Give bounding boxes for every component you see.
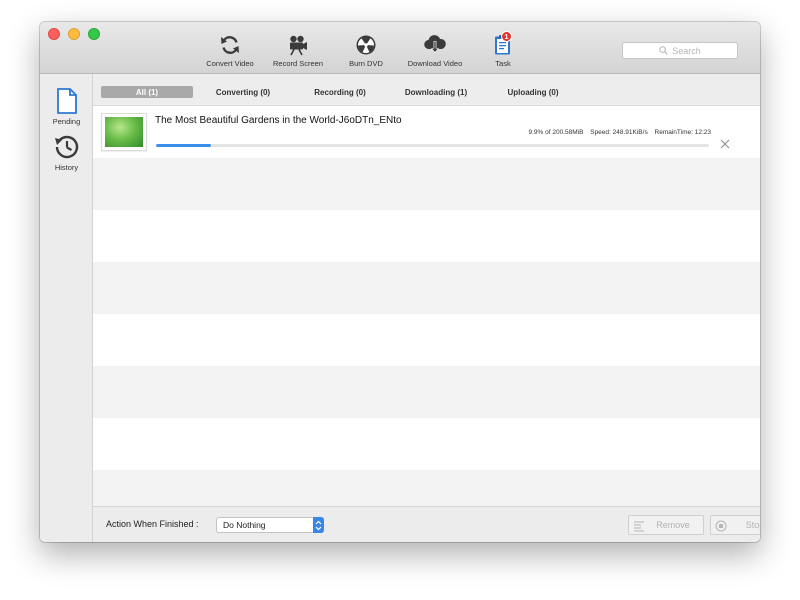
history-clock-icon <box>54 135 78 159</box>
close-icon[interactable] <box>720 139 730 149</box>
updown-chevron-icon <box>313 517 324 533</box>
search-input[interactable]: Search <box>622 42 738 59</box>
task-label: Task <box>495 59 511 68</box>
action-when-finished-select[interactable]: Do Nothing <box>216 517 324 533</box>
progress-text: 9.9% of 200.58MiB <box>528 129 584 136</box>
stop-icon <box>715 520 727 532</box>
sidebar-item-pending[interactable]: Pending <box>40 88 93 126</box>
task-title: The Most Beautiful Gardens in the World-… <box>155 115 402 126</box>
document-icon <box>56 88 77 114</box>
speed-text: Speed: 248.91KiB/s <box>590 129 648 136</box>
record-screen-button[interactable]: Record Screen <box>270 34 326 70</box>
tab-recording[interactable]: Recording (0) <box>300 86 380 98</box>
convert-video-label: Convert Video <box>206 59 254 68</box>
maximize-window-button[interactable] <box>88 28 100 40</box>
tab-all[interactable]: All (1) <box>101 86 193 98</box>
filter-tabs: All (1) Converting (0) Recording (0) Dow… <box>93 74 760 106</box>
empty-row <box>93 210 760 262</box>
empty-row <box>93 470 760 506</box>
task-row[interactable]: The Most Beautiful Gardens in the World-… <box>93 106 760 158</box>
minimize-window-button[interactable] <box>68 28 80 40</box>
record-screen-label: Record Screen <box>272 59 324 68</box>
video-thumbnail <box>101 113 147 151</box>
search-icon <box>659 46 669 55</box>
refresh-icon <box>221 36 239 54</box>
task-count-badge: 1 <box>501 31 512 42</box>
download-video-button[interactable]: Download Video <box>403 34 467 70</box>
sidebar: Pending History <box>40 74 93 542</box>
search-placeholder: Search <box>672 45 701 56</box>
progress-bar <box>156 144 709 147</box>
app-window: Convert Video Record Screen Burn DVD Dow… <box>40 22 760 542</box>
tab-downloading[interactable]: Downloading (1) <box>393 86 479 98</box>
sidebar-item-label: Pending <box>52 117 81 126</box>
remove-button[interactable]: Remove <box>628 515 704 535</box>
progress-fill <box>156 144 211 147</box>
action-select-value: Do Nothing <box>223 520 266 530</box>
burn-dvd-button[interactable]: Burn DVD <box>343 34 389 70</box>
download-video-label: Download Video <box>407 59 463 68</box>
action-when-finished-label: Action When Finished : <box>106 519 199 529</box>
sidebar-item-history[interactable]: History <box>40 134 93 172</box>
empty-row <box>93 262 760 314</box>
remove-label: Remove <box>656 520 690 530</box>
camera-icon <box>290 35 307 56</box>
close-window-button[interactable] <box>48 28 60 40</box>
stop-label: Stop <box>745 520 760 530</box>
sidebar-item-label: History <box>54 163 79 172</box>
tab-uploading[interactable]: Uploading (0) <box>493 86 573 98</box>
footer-bar: Action When Finished : Do Nothing Remove <box>93 506 760 542</box>
remain-time-text: RemainTime: 12:23 <box>654 129 711 136</box>
list-remove-icon <box>634 521 644 532</box>
task-button[interactable]: 1 Task <box>490 31 516 70</box>
empty-row <box>93 158 760 210</box>
radiation-icon <box>356 35 376 55</box>
task-list: The Most Beautiful Gardens in the World-… <box>93 106 760 506</box>
stop-button[interactable]: Stop <box>710 515 760 535</box>
convert-video-button[interactable]: Convert Video <box>203 34 257 70</box>
cloud-download-icon <box>424 35 446 53</box>
toolbar: Convert Video Record Screen Burn DVD Dow… <box>40 22 760 74</box>
empty-row <box>93 366 760 418</box>
empty-row <box>93 314 760 366</box>
burn-dvd-label: Burn DVD <box>349 59 383 68</box>
tab-converting[interactable]: Converting (0) <box>203 86 283 98</box>
task-stats: 9.9% of 200.58MiB Speed: 248.91KiB/s Rem… <box>528 129 711 136</box>
empty-row <box>93 418 760 470</box>
